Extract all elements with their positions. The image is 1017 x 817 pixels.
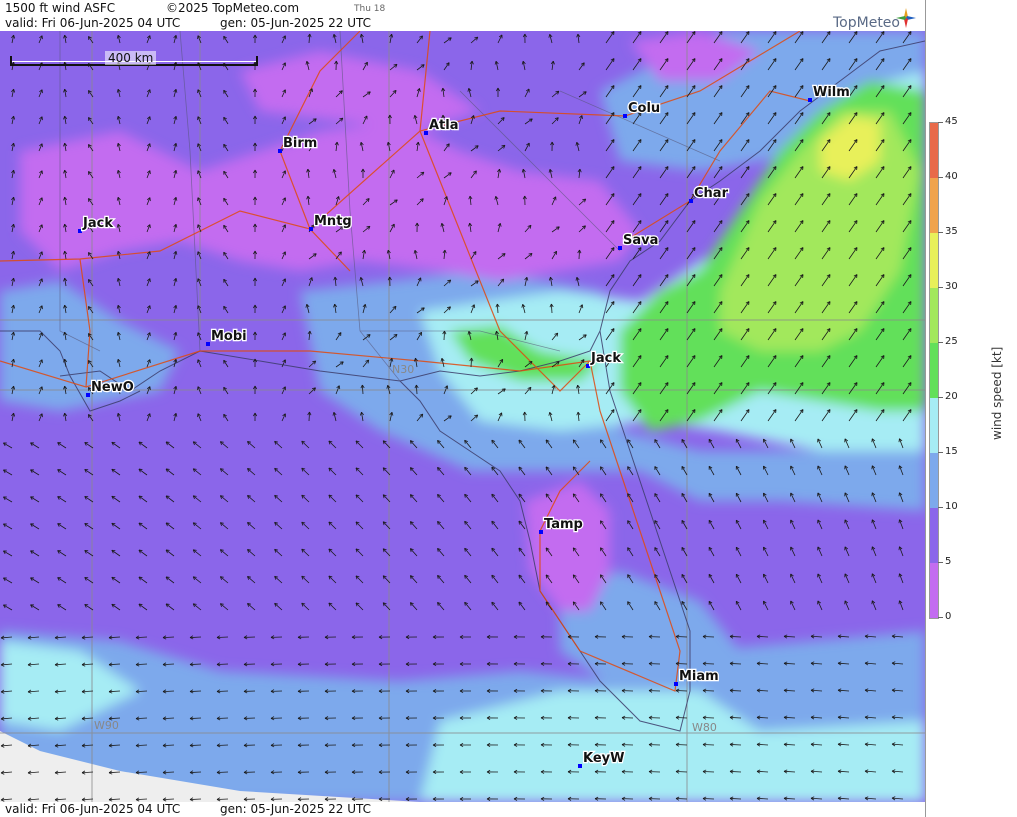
grid-label-n30: N30 [392,363,415,376]
footer: valid: Fri 06-Jun-2025 04 UTC gen: 05-Ju… [0,802,925,817]
generated-time: gen: 05-Jun-2025 22 UTC [220,16,372,30]
city-dot [808,98,812,102]
city-dot [689,199,693,203]
city-label: KeyW [583,751,624,766]
city-dot [623,114,627,118]
color-scale-tick [938,287,943,288]
color-scale-tick-label: 5 [945,556,952,567]
color-scale-tick-label: 15 [945,446,958,457]
color-scale-segment [930,288,938,343]
color-scale-segment [930,453,938,508]
color-scale-tick-label: 0 [945,611,952,622]
color-scale-segment [930,123,938,178]
city-dot [674,682,678,686]
scale-bar-label: 400 km [105,51,157,65]
footer-generated-time: gen: 05-Jun-2025 22 UTC [220,802,372,816]
color-scale-bar [929,122,939,619]
city-label: Tamp [544,517,583,532]
city-dot [78,229,82,233]
color-scale-segment [930,563,938,618]
city-label: Mntg [314,214,352,229]
color-scale-tick [938,562,943,563]
valid-time: valid: Fri 06-Jun-2025 04 UTC [5,16,181,30]
color-scale-tick-label: 20 [945,391,958,402]
city-label: Jack [82,216,113,231]
city-label: Birm [283,136,317,151]
city-dot [424,131,428,135]
copyright: ©2025 TopMeteo.com [166,1,300,15]
city-label: NewO [91,380,134,395]
city-label: Miam [679,669,719,684]
color-scale-tick [938,452,943,453]
color-scale-tick-label: 40 [945,171,958,182]
color-scale-segment [930,343,938,398]
color-scale-tick [938,122,943,123]
city-label: Sava [623,233,658,248]
city-dot [539,530,543,534]
color-scale-tick [938,397,943,398]
color-scale-tick [938,177,943,178]
color-scale-tick-label: 30 [945,281,958,292]
wind-map[interactable]: Birm Atla Colu Wilm Char Jack Mntg Sava Mobi Jack… [0,31,925,802]
grid-label-w80: W80 [692,721,717,734]
city-label: Atla [429,118,459,133]
grid-label-w90: W90 [94,719,119,732]
city-label: Colu [628,101,660,116]
city-dot [278,149,282,153]
day-label: Thu 18 [354,4,386,14]
color-scale-tick [938,342,943,343]
city-dot [586,364,590,368]
color-scale-segment [930,398,938,453]
compass-icon [896,8,916,28]
color-scale-tick [938,232,943,233]
topmeteo-logo: TopMeteo [833,15,900,31]
city-label: Jack [590,351,621,366]
color-scale-segment [930,178,938,233]
city-dot [206,342,210,346]
city-dot [309,227,313,231]
color-scale-tick-label: 25 [945,336,958,347]
color-scale-tick-label: 10 [945,501,958,512]
color-scale-tick [938,617,943,618]
color-scale-tick-label: 35 [945,226,958,237]
city-label: Wilm [813,85,850,100]
color-scale-tick-label: 45 [945,116,958,127]
legend-axis-label: wind speed [kt] [990,346,1004,440]
city-label: Char [694,186,729,201]
footer-valid-time: valid: Fri 06-Jun-2025 04 UTC [5,802,181,816]
city-dot [86,393,90,397]
city-dot [618,246,622,250]
city-dot [578,764,582,768]
color-scale-segment [930,233,938,288]
color-scale-tick [938,507,943,508]
chart-title: 1500 ft wind ASFC [5,1,116,15]
color-scale-segment [930,508,938,563]
city-label: Mobi [211,329,247,344]
